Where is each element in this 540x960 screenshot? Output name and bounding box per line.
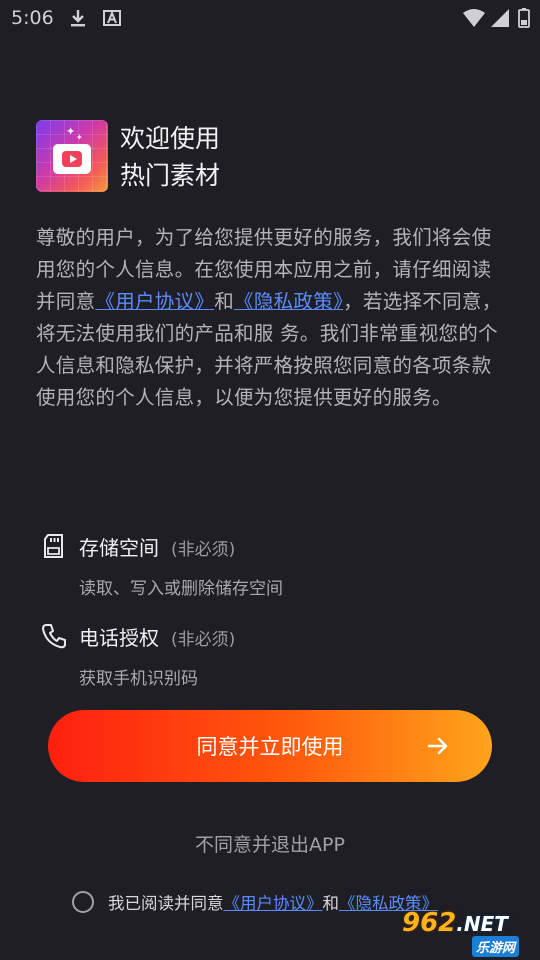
permission-optional-tag: (非必须): [171, 540, 236, 560]
arrow-right-icon: [427, 737, 448, 755]
play-icon: [62, 151, 82, 167]
permission-description: 读取、写入或删除储存空间: [79, 579, 283, 599]
consent-radio[interactable]: [72, 891, 94, 913]
app-logo: ✦ ✦: [36, 120, 108, 192]
consent-and: 和: [322, 894, 340, 913]
agree-button-label: 同意并立即使用: [196, 735, 344, 759]
agree-and-use-button[interactable]: 同意并立即使用: [48, 710, 492, 782]
battery-icon: [518, 8, 530, 28]
consent-row: 我已阅读并同意 《用户协议》和《隐私政策》: [72, 888, 438, 916]
consent-prefix: 我已阅读并同意: [108, 894, 224, 913]
status-time: 5:06: [11, 7, 54, 29]
app-name: 热门素材: [120, 161, 221, 190]
permission-optional-tag: (非必须): [171, 630, 236, 650]
sd-card-icon: [44, 534, 63, 558]
download-icon: [71, 10, 85, 27]
sparkle-icon: ✦: [76, 133, 83, 142]
permission-description: 获取手机识别码: [79, 669, 198, 689]
privacy-policy-link[interactable]: 《隐私政策》: [234, 290, 343, 313]
user-agreement-link[interactable]: 《用户协议》: [95, 290, 214, 313]
permission-title: 存储空间: [79, 536, 159, 560]
privacy-intro-text: 尊敬的用户，为了给您提供更好的服务，我们将会使用您的个人信息。在您使用本应用之前…: [36, 226, 502, 409]
sparkle-icon: ✦: [66, 125, 76, 138]
status-bar: 5:06: [0, 0, 540, 36]
watermark-logo: 962.NET 乐游网: [400, 908, 536, 957]
permission-title: 电话授权: [79, 626, 159, 650]
welcome-title: 欢迎使用 热门素材: [120, 120, 220, 194]
app-notification-icon: [103, 10, 121, 26]
decline-and-exit-button[interactable]: 不同意并退出APP: [0, 830, 540, 857]
signal-icon: [491, 9, 509, 27]
consent-user-agreement-link[interactable]: 《用户协议》: [224, 890, 323, 914]
wifi-icon: [463, 9, 485, 27]
phone-icon: [42, 624, 66, 649]
